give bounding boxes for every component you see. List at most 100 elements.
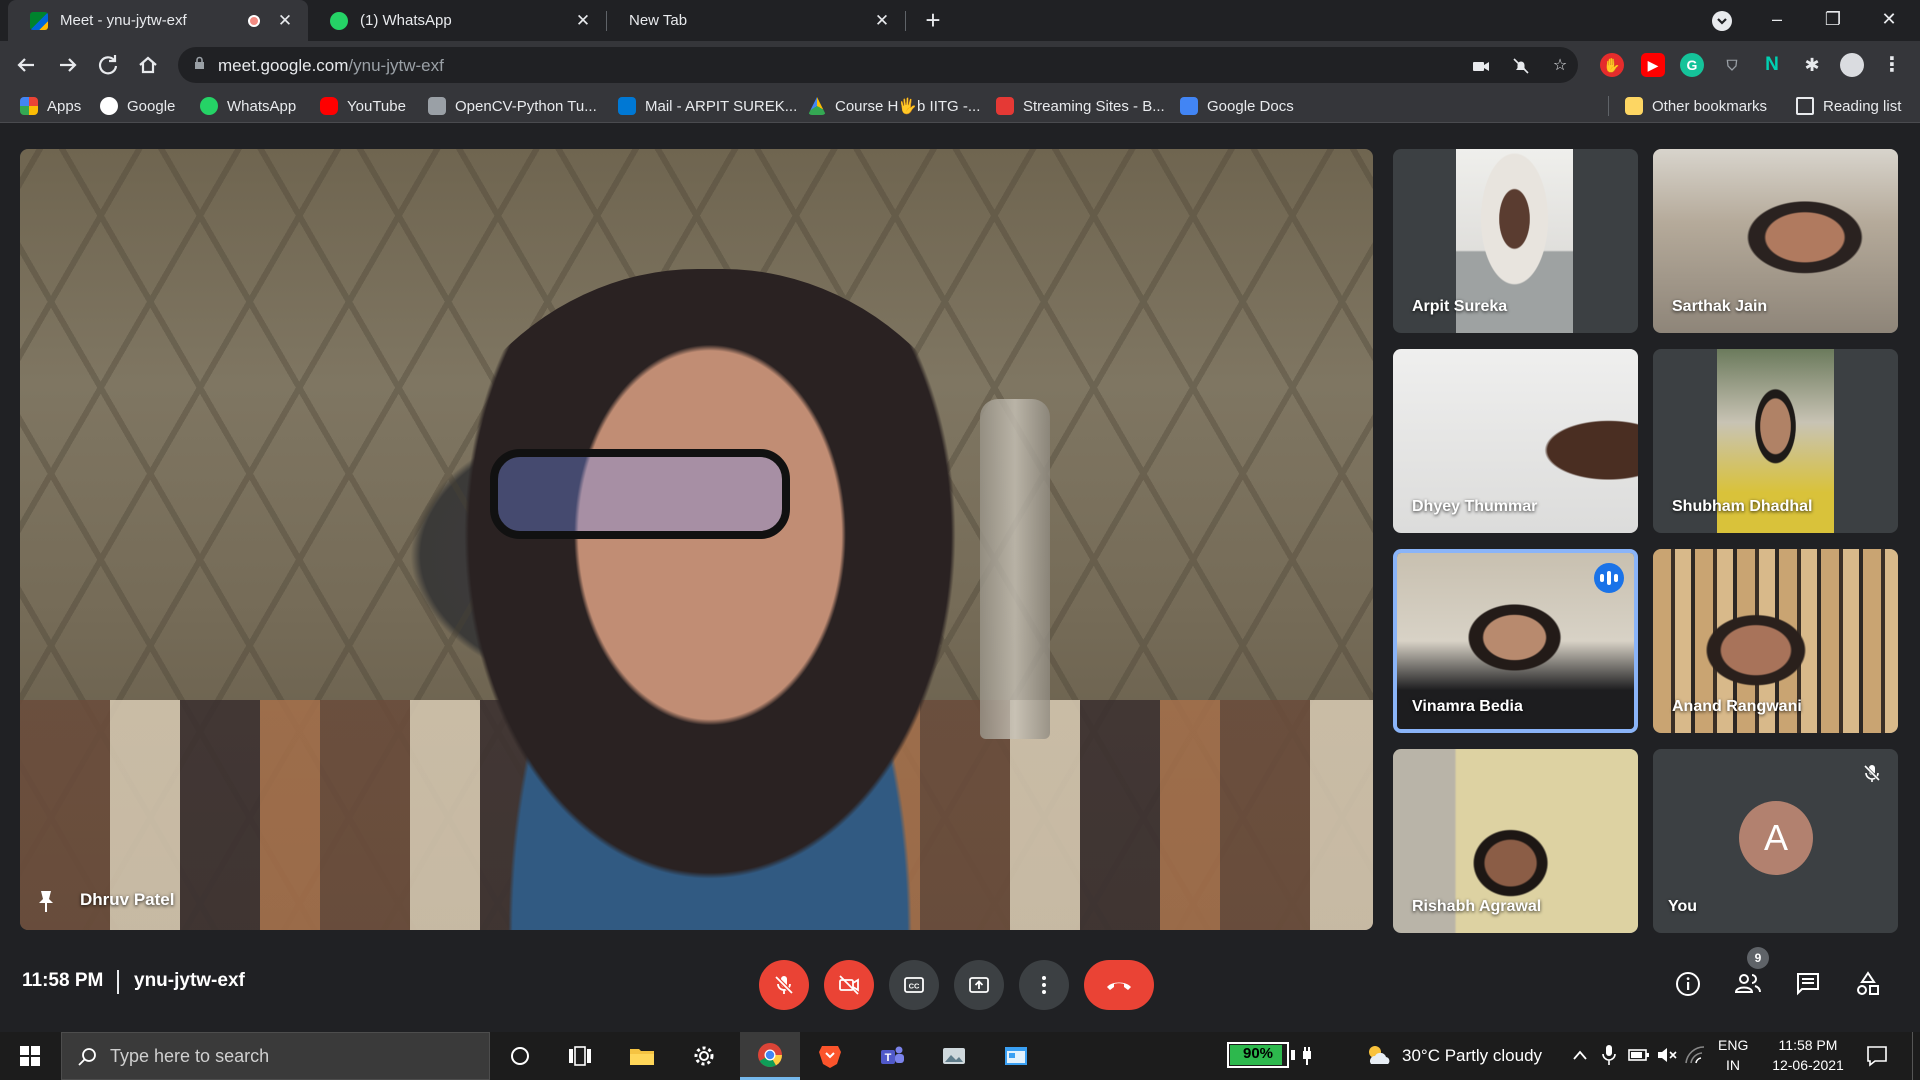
main-speaker-tile[interactable]: Dhruv Patel [20,149,1373,930]
chrome-taskbar-button[interactable] [740,1032,800,1080]
weather-text[interactable]: 30°C Partly cloudy [1402,1046,1542,1066]
tab-title: (1) WhatsApp [360,12,452,29]
bookmark-apps[interactable]: Apps [20,95,81,117]
chat-button[interactable] [1790,966,1826,1002]
taskbar-search-box[interactable]: Type here to search [61,1032,490,1080]
more-options-button[interactable] [1019,960,1069,1010]
camera-toggle-button[interactable] [824,960,874,1010]
speaker-muted-icon[interactable] [1656,1046,1678,1064]
clock-date[interactable]: 12-06-2021 [1766,1057,1850,1073]
outlook-icon [618,97,636,115]
chevron-down-icon [1717,18,1727,25]
present-screen-button[interactable] [954,960,1004,1010]
chevron-up-icon[interactable] [1572,1049,1588,1061]
info-icon [1676,972,1700,996]
clock-time[interactable]: 11:58 PM [1766,1037,1850,1053]
home-button[interactable] [132,49,164,81]
start-button[interactable] [2,1032,58,1080]
close-window-button[interactable]: ✕ [1861,0,1917,41]
tab-new-tab[interactable]: New Tab ✕ [607,0,905,41]
extension-shield-icon[interactable]: ⛉ [1720,53,1744,77]
participant-tile[interactable]: Rishabh Agrawal [1393,749,1638,933]
back-button[interactable] [10,49,42,81]
bookmark-streaming[interactable]: Streaming Sites - B... [996,95,1165,117]
extension-hand-icon[interactable]: ✋ [1600,53,1624,77]
microphone-toggle-button[interactable] [759,960,809,1010]
weather-partly-cloudy-icon[interactable] [1363,1042,1393,1068]
bookmark-course-hub[interactable]: Course H🖐b IITG -... [808,95,980,117]
participant-name: You [1668,898,1698,915]
close-icon[interactable]: ✕ [276,11,294,31]
extension-grammarly-icon[interactable]: G [1680,53,1704,77]
brave-lion-icon [819,1046,841,1068]
people-button[interactable] [1730,966,1766,1002]
leave-call-button[interactable] [1084,960,1154,1010]
photos-taskbar-button[interactable] [926,1032,982,1080]
reload-button[interactable] [92,49,124,81]
close-icon[interactable]: ✕ [873,11,891,31]
bookmark-whatsapp[interactable]: WhatsApp [200,95,296,117]
participant-tile[interactable]: Dhyey Thummar [1393,349,1638,533]
forward-button[interactable] [52,49,84,81]
bookmark-google[interactable]: Google [100,95,175,117]
captions-button[interactable]: CC [889,960,939,1010]
activities-button[interactable] [1850,966,1886,1002]
star-bookmark-icon[interactable]: ☆ [1550,56,1570,76]
extension-youtube-icon[interactable]: ▶ [1641,53,1665,77]
camera-in-use-icon[interactable] [1471,56,1491,76]
settings-button[interactable] [676,1032,732,1080]
address-bar[interactable]: meet.google.com/ynu-jytw-exf ☆ [178,47,1578,83]
self-tile[interactable]: A You [1653,749,1898,933]
arrow-left-icon [17,58,34,72]
google-docs-icon [1180,97,1198,115]
microphone-icon[interactable] [1602,1044,1616,1066]
bookmark-opencv[interactable]: OpenCV-Python Tu... [428,95,597,117]
show-desktop-button[interactable] [1912,1032,1920,1080]
control-panel-taskbar-button[interactable] [988,1032,1044,1080]
notification-center-icon[interactable] [1866,1045,1888,1067]
profile-avatar[interactable] [1840,53,1864,77]
tab-search-button[interactable] [1712,11,1732,31]
extension-n-icon[interactable]: N [1760,53,1784,77]
file-explorer-button[interactable] [614,1032,670,1080]
meeting-code: ynu-jytw-exf [134,970,245,991]
minimize-button[interactable]: – [1749,0,1805,41]
wifi-icon[interactable] [1684,1045,1706,1065]
battery-tray-icon[interactable] [1628,1047,1650,1063]
task-view-button[interactable] [552,1032,608,1080]
bookmark-google-docs[interactable]: Google Docs [1180,95,1294,117]
menu-kebab-icon[interactable]: ⋮ [1880,53,1904,77]
bookmark-mail[interactable]: Mail - ARPIT SUREK... [618,95,797,117]
streaming-icon [996,97,1014,115]
charging-plug-icon [1303,1047,1311,1065]
cortana-button[interactable] [492,1032,548,1080]
language-indicator[interactable]: ENG [1718,1037,1748,1053]
battery-indicator[interactable]: 90% [1227,1042,1289,1068]
meeting-details-button[interactable] [1670,966,1706,1002]
tab-meet[interactable]: Meet - ynu-jytw-exf ✕ [8,0,308,41]
bookmark-reading-list[interactable]: Reading list [1796,95,1901,117]
extensions-puzzle-icon[interactable]: ✱ [1800,53,1824,77]
notifications-blocked-icon[interactable] [1511,56,1531,76]
participant-count-badge: 9 [1747,947,1769,969]
language-region[interactable]: IN [1718,1057,1748,1073]
participant-tile-active-speaker[interactable]: Vinamra Bedia [1393,549,1638,733]
pin-icon[interactable] [36,889,56,913]
participant-tile[interactable]: Shubham Dhadhal [1653,349,1898,533]
participant-tile[interactable]: Arpit Sureka [1393,149,1638,333]
participant-name: Rishabh Agrawal [1412,898,1542,915]
bookmark-other-bookmarks[interactable]: Other bookmarks [1625,95,1767,117]
svg-text:T: T [885,1052,892,1064]
brave-taskbar-button[interactable] [802,1032,858,1080]
close-icon[interactable]: ✕ [574,11,592,31]
participant-name: Anand Rangwani [1672,698,1802,715]
maximize-button[interactable]: ❐ [1805,0,1861,41]
teams-taskbar-button[interactable]: T [864,1032,920,1080]
participant-tile[interactable]: Sarthak Jain [1653,149,1898,333]
bookmark-youtube[interactable]: YouTube [320,95,406,117]
tab-whatsapp[interactable]: (1) WhatsApp ✕ [308,0,606,41]
new-tab-button[interactable]: + [918,6,948,36]
url-text[interactable]: meet.google.com/ynu-jytw-exf [218,56,444,76]
participant-tile[interactable]: Anand Rangwani [1653,549,1898,733]
tab-divider [905,11,906,31]
